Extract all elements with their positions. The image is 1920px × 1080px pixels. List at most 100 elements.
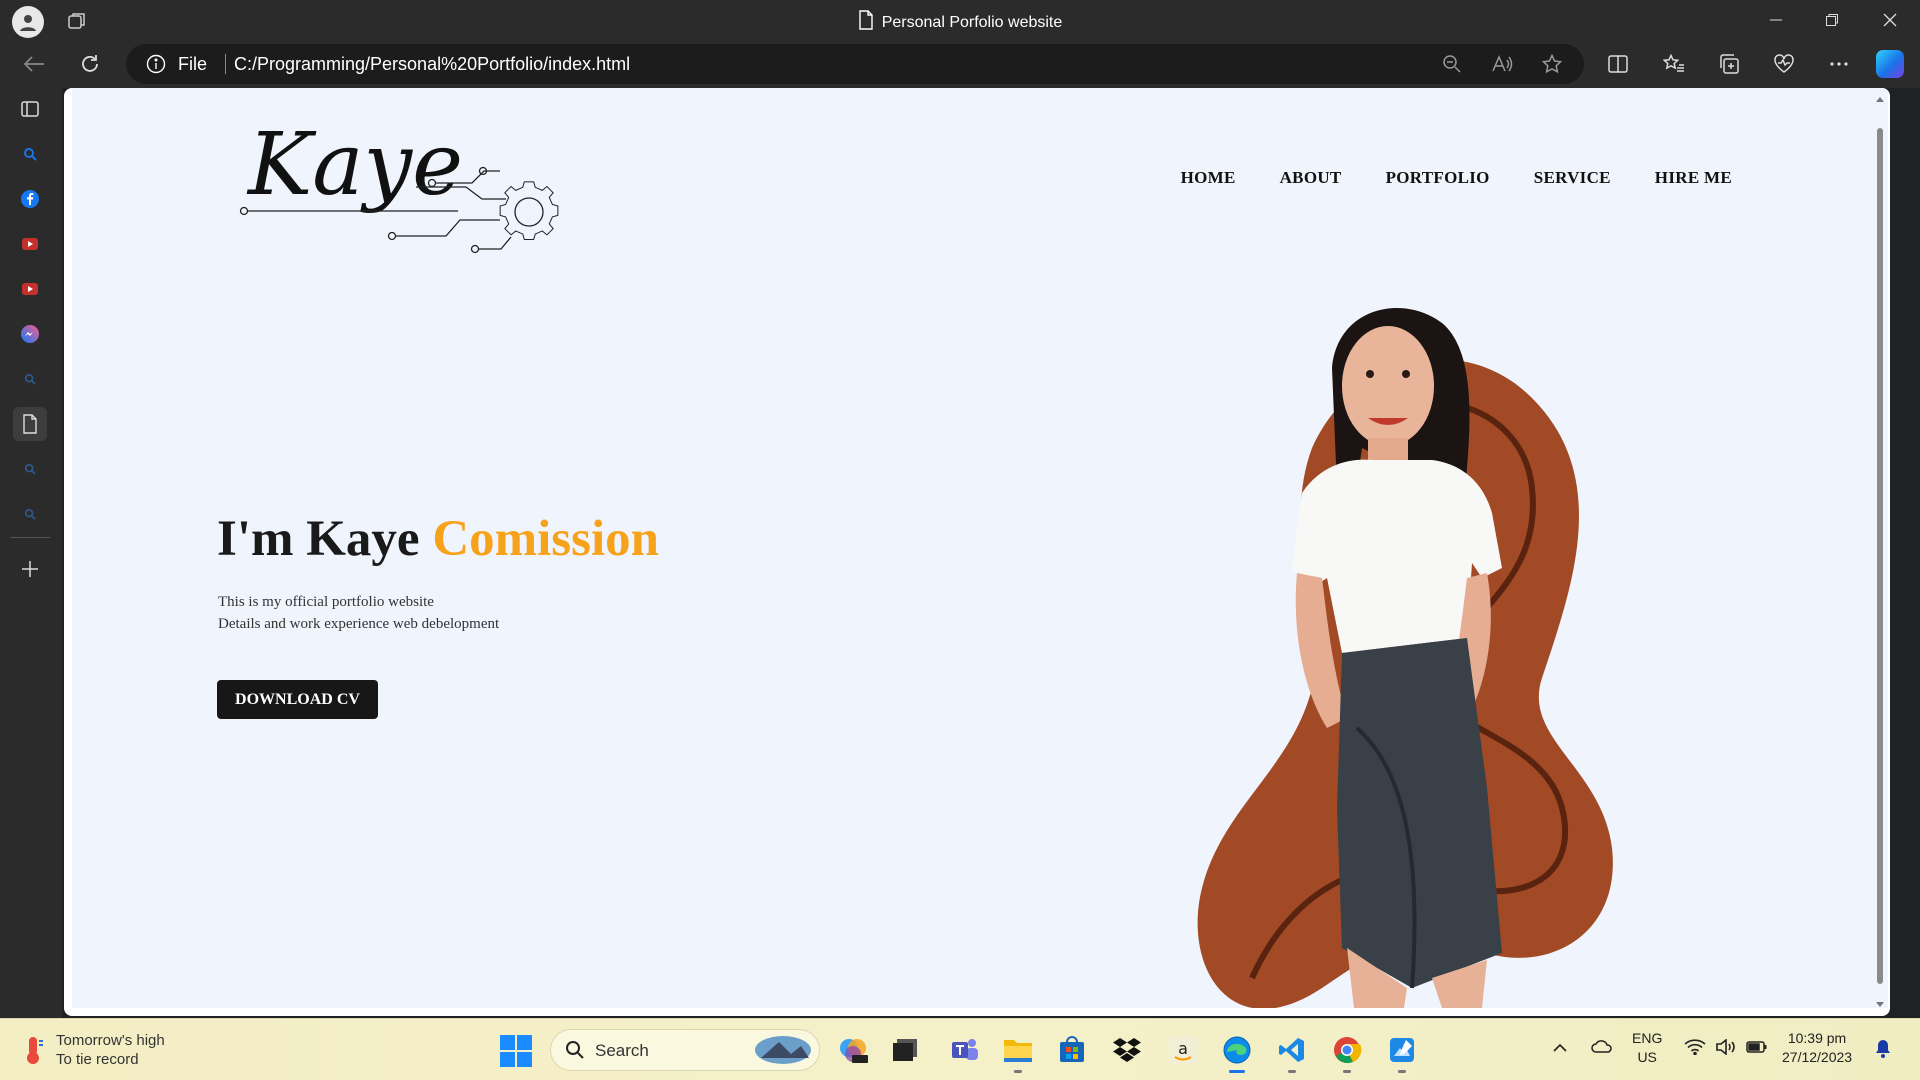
keyboard-region: US: [1637, 1049, 1657, 1065]
vertical-tabs-icon[interactable]: [13, 92, 47, 126]
running-indicator: [1014, 1070, 1022, 1073]
search-icon-2[interactable]: [13, 362, 47, 396]
messenger-icon[interactable]: [13, 317, 47, 351]
document-page-icon[interactable]: [13, 407, 47, 441]
address-bar[interactable]: File C:/Programming/Personal%20Portfolio…: [126, 44, 1584, 84]
clock-date: 27/12/2023: [1782, 1049, 1853, 1065]
address-separator: [225, 54, 226, 74]
teams-icon[interactable]: [948, 1033, 982, 1067]
search-icon-4[interactable]: [13, 497, 47, 531]
window-title: Personal Porfolio website: [0, 10, 1920, 35]
task-view-icon[interactable]: [888, 1033, 922, 1067]
search-magnifier-icon: [566, 1041, 584, 1059]
nav-home[interactable]: HOME: [1181, 168, 1236, 188]
language-indicator[interactable]: ENG US: [1632, 1029, 1662, 1067]
web-viewport: Kaye HOME ABOUT PORTFOLIO SERVICE HIRE M…: [64, 88, 1890, 1016]
browser-toolbar: File C:/Programming/Personal%20Portfolio…: [0, 40, 1920, 88]
hero-highlight: Comission: [432, 511, 660, 567]
volume-icon[interactable]: [1715, 1038, 1737, 1060]
collections-icon[interactable]: [1711, 46, 1747, 82]
youtube-icon-2[interactable]: [13, 272, 47, 306]
running-indicator: [1288, 1070, 1296, 1073]
face-shape: [1342, 326, 1434, 446]
zoom-out-icon[interactable]: [1440, 52, 1464, 76]
windows-start-icon[interactable]: [500, 1035, 532, 1067]
read-aloud-icon[interactable]: [1490, 52, 1514, 76]
dropbox-icon[interactable]: [1110, 1033, 1144, 1067]
hero-line-2: Details and work experience web debelopm…: [218, 616, 500, 632]
favorite-star-icon[interactable]: [1540, 52, 1564, 76]
svg-text:a: a: [1178, 1039, 1188, 1058]
vscode-icon[interactable]: [1275, 1033, 1309, 1073]
facebook-icon[interactable]: [13, 182, 47, 216]
scroll-down-arrow-icon[interactable]: [1874, 1000, 1886, 1010]
weather-widget[interactable]: Tomorrow's high To tie record: [22, 1031, 165, 1069]
sidebar-divider: [10, 537, 50, 538]
hero-description: This is my official portfolio website De…: [218, 591, 499, 635]
logo-script-text: Kaye: [246, 115, 463, 215]
copilot-icon[interactable]: [1876, 50, 1904, 78]
nav-portfolio[interactable]: PORTFOLIO: [1386, 168, 1490, 188]
taskbar-search-box[interactable]: Search: [550, 1029, 820, 1071]
more-options-icon[interactable]: [1821, 46, 1857, 82]
nav-hire-me[interactable]: HIRE ME: [1655, 168, 1732, 188]
split-screen-icon[interactable]: [1600, 46, 1636, 82]
hero-greeting: I'm Kaye: [217, 511, 433, 567]
chrome-icon[interactable]: [1330, 1033, 1364, 1073]
document-icon: [858, 10, 874, 35]
search-highlight-image-icon: [755, 1036, 811, 1064]
search-icon-3[interactable]: [13, 452, 47, 486]
page-scrollbar[interactable]: [1874, 88, 1886, 1016]
address-scheme: File: [178, 54, 208, 74]
weather-line-2: To tie record: [56, 1051, 139, 1068]
wifi-icon[interactable]: [1684, 1039, 1706, 1060]
clock-time: 10:39 pm: [1787, 1030, 1847, 1046]
photos-app-icon[interactable]: [1385, 1033, 1419, 1073]
address-url[interactable]: C:/Programming/Personal%20Portfolio/inde…: [234, 54, 630, 75]
favorites-icon[interactable]: [1656, 46, 1692, 82]
restore-button[interactable]: [1804, 0, 1860, 40]
search-icon[interactable]: [13, 137, 47, 171]
weather-line-1: Tomorrow's high: [56, 1032, 165, 1049]
browser-essentials-icon[interactable]: [1766, 46, 1802, 82]
youtube-icon[interactable]: [13, 227, 47, 261]
notifications-bell-icon[interactable]: [1874, 1039, 1892, 1064]
onedrive-cloud-icon[interactable]: [1590, 1039, 1614, 1058]
main-nav: HOME ABOUT PORTFOLIO SERVICE HIRE ME: [1181, 168, 1732, 188]
language-code: ENG: [1632, 1030, 1663, 1046]
hero-line-1: This is my official portfolio website: [218, 594, 434, 610]
windows-taskbar: Tomorrow's high To tie record Search a E…: [0, 1018, 1920, 1080]
browser-sidebar: [0, 88, 62, 1018]
show-hidden-icons-chevron-icon[interactable]: [1552, 1039, 1568, 1058]
portfolio-page: Kaye HOME ABOUT PORTFOLIO SERVICE HIRE M…: [72, 88, 1888, 1008]
eye-left: [1366, 370, 1374, 378]
back-button[interactable]: [16, 46, 52, 82]
active-app-indicator: [1229, 1070, 1245, 1073]
tab-title: Personal Porfolio website: [881, 14, 1063, 31]
file-explorer-icon[interactable]: [1001, 1033, 1035, 1073]
nav-about[interactable]: ABOUT: [1280, 168, 1342, 188]
eye-right: [1402, 370, 1410, 378]
taskbar-search-label: Search: [595, 1041, 649, 1060]
amazon-icon[interactable]: a: [1166, 1033, 1200, 1067]
scrollbar-thumb[interactable]: [1877, 128, 1883, 984]
microsoft-store-icon[interactable]: [1055, 1033, 1089, 1067]
system-clock[interactable]: 10:39 pm 27/12/2023: [1782, 1029, 1852, 1067]
hero-portrait: [1197, 308, 1613, 1008]
kaye-logo[interactable]: Kaye: [236, 114, 586, 254]
thermometer-icon: [27, 1037, 43, 1064]
minimize-button[interactable]: [1748, 0, 1804, 40]
add-sidebar-app-icon[interactable]: [13, 552, 47, 586]
copilot-preview-app-icon[interactable]: [836, 1033, 870, 1067]
close-button[interactable]: [1862, 0, 1918, 40]
browser-titlebar: Personal Porfolio website: [0, 0, 1920, 40]
download-cv-button[interactable]: DOWNLOAD CV: [217, 680, 378, 719]
refresh-button[interactable]: [72, 46, 108, 82]
hero-title: I'm Kaye Comission: [217, 510, 659, 568]
battery-icon[interactable]: [1746, 1040, 1768, 1059]
site-info-icon[interactable]: [146, 54, 166, 74]
scroll-up-arrow-icon[interactable]: [1874, 94, 1886, 104]
nav-service[interactable]: SERVICE: [1534, 168, 1611, 188]
edge-browser-icon[interactable]: [1220, 1033, 1254, 1073]
running-indicator: [1398, 1070, 1406, 1073]
